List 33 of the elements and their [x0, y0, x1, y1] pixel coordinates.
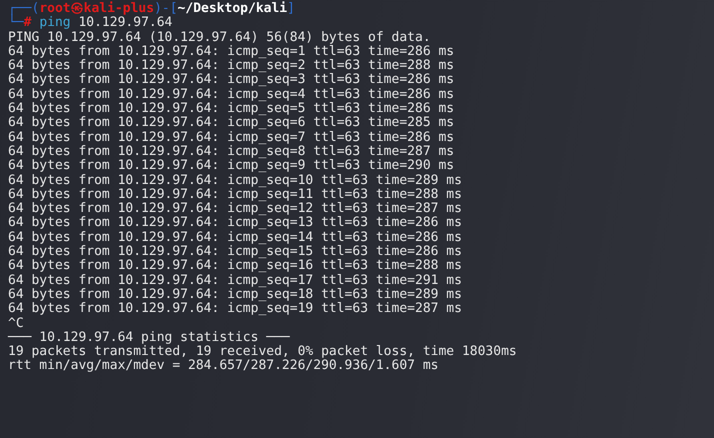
output-line: 64 bytes from 10.129.97.64: icmp_seq=4 ttl=63 time=286 ms: [8, 88, 456, 102]
prompt-user: #: [24, 15, 32, 30]
output-line: 64 bytes from 10.129.97.64: icmp_seq=7 ttl=63 time=286 ms: [8, 130, 456, 145]
output-line: 64 bytes from 10.129.97.64: icmp_seq=14 ttl=63 time=286 ms: [8, 230, 463, 245]
output-line: ─── 10.129.97.64 ping statistics ───: [8, 330, 291, 345]
output-line: 64 bytes from 10.129.97.64: icmp_seq=11 ttl=63 time=288 ms: [8, 188, 463, 202]
output-line: 64 bytes from 10.129.97.64: icmp_seq=3 ttl=63 time=286 ms: [8, 73, 456, 88]
prompt-frame: ┌──(: [8, 1, 40, 16]
output-line: 64 bytes from 10.129.97.64: icmp_seq=8 ttl=63 time=287 ms: [8, 144, 456, 159]
prompt-frame: ]: [287, 1, 295, 16]
output-line: 64 bytes from 10.129.97.64: icmp_seq=13 ttl=63 time=286 ms: [8, 216, 463, 231]
output-line: 19 packets transmitted, 19 received, 0% packet loss, time 18030ms: [8, 345, 518, 360]
output-line: ^C: [8, 316, 25, 331]
output-line: 64 bytes from 10.129.97.64: icmp_seq=10 ttl=63 time=289 ms: [8, 174, 463, 188]
output-line: 64 bytes from 10.129.97.64: icmp_seq=15 ttl=63 time=286 ms: [8, 245, 463, 260]
output-line: 64 bytes from 10.129.97.64: icmp_seq=9 ttl=63 time=290 ms: [8, 159, 456, 174]
prompt-frame: )-[: [154, 1, 178, 16]
output-line: 64 bytes from 10.129.97.64: icmp_seq=5 ttl=63 time=286 ms: [8, 102, 456, 116]
prompt-text: 10.129.97.64: [77, 15, 172, 30]
output-line: PING 10.129.97.64 (10.129.97.64) 56(84) bytes of data.: [8, 30, 432, 45]
output-line: 64 bytes from 10.129.97.64: icmp_seq=17 ttl=63 time=291 ms: [8, 274, 463, 288]
output-line: 64 bytes from 10.129.97.64: icmp_seq=16 ttl=63 time=288 ms: [8, 259, 463, 274]
prompt-user: root㉿kali-plus: [39, 1, 154, 16]
output-line: rtt min/avg/max/mdev = 284.657/287.226/290.936/1.607 ms: [8, 359, 440, 374]
prompt-command: ping: [39, 15, 71, 30]
output-line: 64 bytes from 10.129.97.64: icmp_seq=12 ttl=63 time=287 ms: [8, 202, 463, 216]
output-line: 64 bytes from 10.129.97.64: icmp_seq=19 ttl=63 time=287 ms: [8, 302, 463, 317]
output-line: 64 bytes from 10.129.97.64: icmp_seq=6 ttl=63 time=285 ms: [8, 116, 456, 131]
output-line: 64 bytes from 10.129.97.64: icmp_seq=1 ttl=63 time=286 ms: [8, 44, 456, 59]
output-line: 64 bytes from 10.129.97.64: icmp_seq=2 ttl=63 time=288 ms: [8, 59, 456, 74]
prompt-path: ~/Desktop/kali: [178, 1, 288, 16]
prompt-frame: └─: [8, 15, 24, 30]
output-line: 64 bytes from 10.129.97.64: icmp_seq=18 ttl=63 time=289 ms: [8, 288, 463, 302]
